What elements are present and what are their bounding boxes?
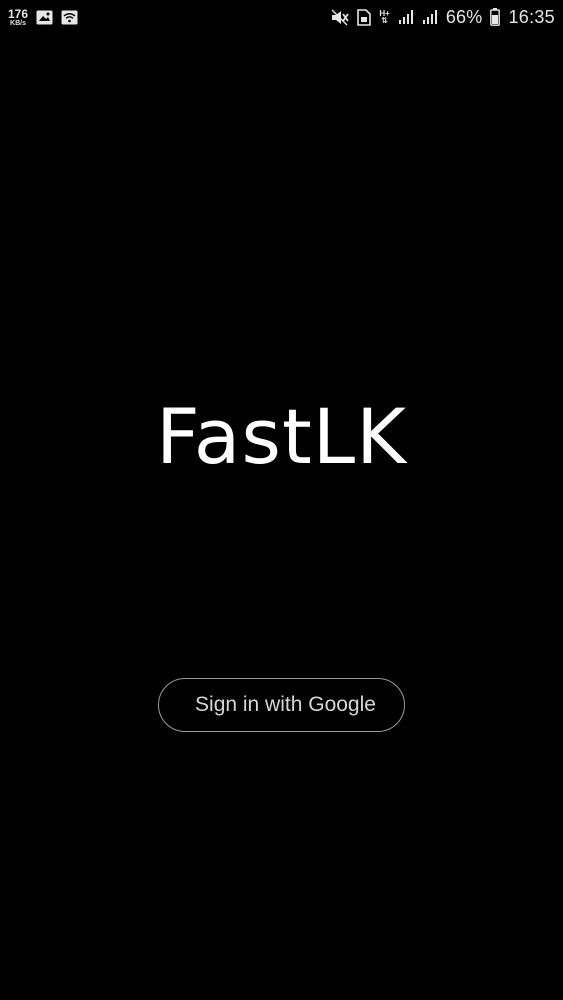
image-icon: [36, 10, 53, 25]
status-bar: 176 KB/s H+ ⇅ 66% 16:35: [0, 0, 563, 34]
network-speed: 176 KB/s: [8, 8, 28, 27]
status-right: H+ ⇅ 66% 16:35: [331, 7, 555, 28]
status-left: 176 KB/s: [8, 8, 78, 27]
sign-in-with-google-button[interactable]: Sign in with Google: [158, 678, 405, 732]
clock: 16:35: [508, 6, 555, 27]
battery-icon: [490, 8, 501, 26]
signal-icon: [398, 9, 414, 25]
data-arrows-icon: H+ ⇅: [379, 8, 390, 25]
signal-tech-label: H+ ⇅: [379, 8, 390, 25]
sim-icon: [357, 8, 372, 26]
signal-icon: [422, 9, 438, 25]
network-speed-unit: KB/s: [10, 19, 26, 27]
network-speed-value: 176: [8, 6, 29, 21]
app-title: FastLK: [156, 392, 407, 481]
mute-icon: [331, 9, 350, 26]
sign-in-button-label: Sign in with Google: [195, 693, 376, 716]
battery-percent: 66%: [445, 6, 483, 27]
wifi-icon: [61, 10, 78, 25]
